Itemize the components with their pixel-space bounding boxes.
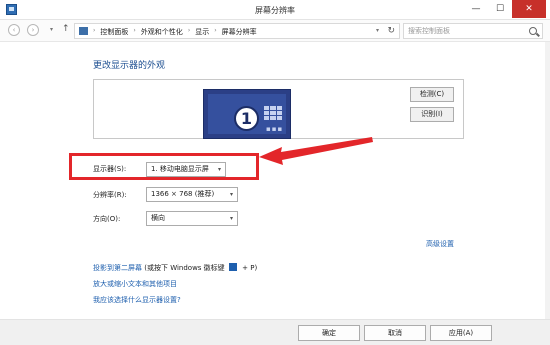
chevron-down-icon: ▾ (217, 166, 221, 173)
apply-button[interactable]: 应用(A) (430, 325, 492, 341)
chevron-down-icon: ▾ (229, 215, 233, 222)
project-hint-before: (或按下 Windows 徽标键 (144, 264, 225, 272)
resolution-label: 分辨率(R): (93, 191, 127, 199)
text-size-link[interactable]: 放大或缩小文本和其他项目 (93, 279, 177, 289)
ok-button[interactable]: 确定 (298, 325, 360, 341)
windows-logo-icon (228, 263, 238, 271)
orientation-select-value: 横向 (151, 214, 165, 222)
resolution-select[interactable]: 1366 × 768 (推荐) ▾ (146, 187, 238, 202)
display-select-value: 1. 移动电脑显示屏 (151, 165, 209, 173)
project-second-screen-link[interactable]: 投影到第二屏幕 (93, 264, 142, 272)
cancel-button[interactable]: 取消 (364, 325, 426, 341)
orientation-label: 方向(O): (93, 215, 121, 223)
orientation-select[interactable]: 横向 ▾ (146, 211, 238, 226)
advanced-settings-link[interactable]: 高级设置 (426, 239, 454, 249)
project-hint-after: + P) (242, 264, 258, 272)
display-select[interactable]: 1. 移动电脑显示屏 ▾ (146, 162, 226, 177)
project-row: 投影到第二屏幕 (或按下 Windows 徽标键 + P) (93, 263, 257, 273)
resolution-select-value: 1366 × 768 (推荐) (151, 190, 215, 198)
settings-help-link[interactable]: 我应该选择什么显示器设置? (93, 295, 181, 305)
button-bar: 确定 取消 应用(A) (0, 319, 550, 345)
display-label: 显示器(S): (93, 165, 127, 173)
window-edge (545, 42, 550, 319)
annotation-arrow-icon (259, 137, 373, 165)
chevron-down-icon: ▾ (229, 191, 233, 198)
